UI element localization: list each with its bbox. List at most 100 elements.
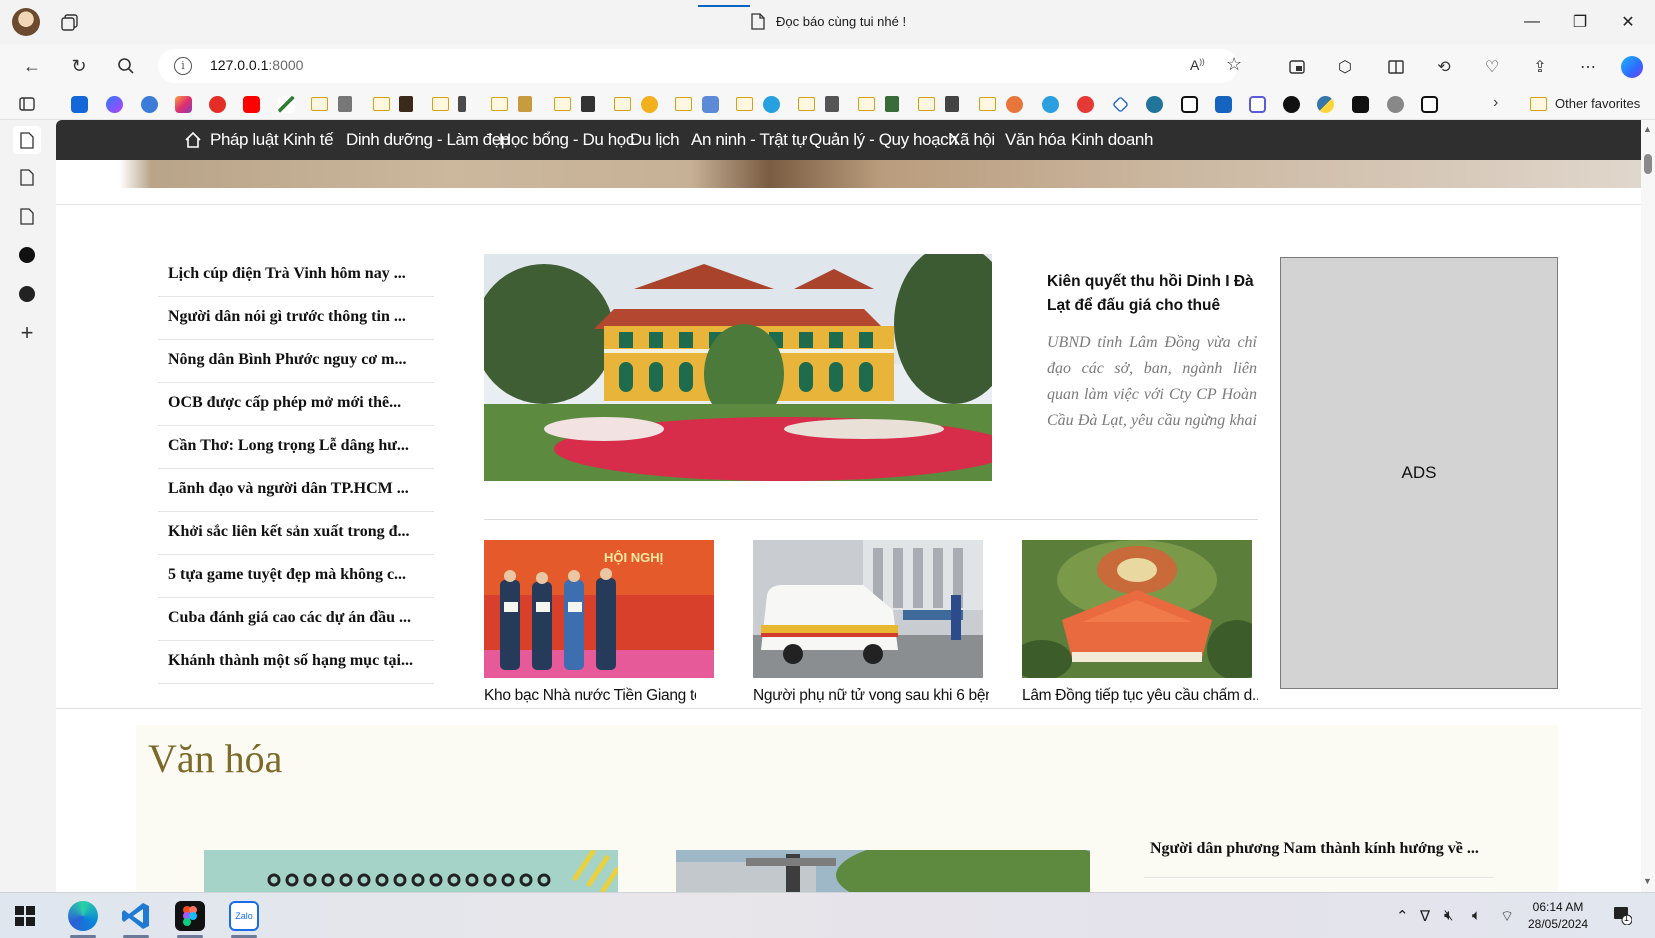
notification-center-icon[interactable]: 1 <box>1612 905 1633 926</box>
nav-phap-luat[interactable]: Pháp luật <box>210 130 279 150</box>
fav-bookmark-3-icon[interactable] <box>141 96 158 113</box>
fav-folder-icon[interactable] <box>858 97 875 111</box>
home-icon[interactable] <box>184 131 202 149</box>
fav-folder-icon[interactable] <box>798 97 815 111</box>
tray-volume-muted-icon[interactable]: 🔇︎ <box>1444 907 1453 924</box>
other-favorites-link[interactable]: Other favorites <box>1555 96 1640 111</box>
fav-note-icon[interactable] <box>518 96 532 112</box>
list-item[interactable]: Khánh thành một số hạng mục tại... <box>158 642 434 684</box>
list-item[interactable]: Lãnh đạo và người dân TP.HCM ... <box>158 470 434 512</box>
fav-bookmark-gear-icon[interactable] <box>1387 96 1404 113</box>
fav-telegram-icon[interactable] <box>1042 96 1059 113</box>
scroll-down-arrow-icon[interactable]: ▼ <box>1643 876 1652 886</box>
fav-check-icon[interactable] <box>1077 96 1094 113</box>
search-icon[interactable] <box>114 54 138 78</box>
fav-book-icon[interactable] <box>885 96 899 112</box>
favorite-star-icon[interactable]: ☆ <box>1226 54 1242 75</box>
refresh-icon[interactable]: ↻ <box>67 54 91 78</box>
tray-speaker-muted-icon[interactable]: 🔈︎ <box>1472 907 1481 924</box>
featured-article-image[interactable] <box>484 254 992 481</box>
fav-calc-icon[interactable] <box>702 96 719 113</box>
list-item[interactable]: 5 tựa game tuyệt đẹp mà không c... <box>158 556 434 598</box>
list-item[interactable]: Khởi sắc liên kết sản xuất trong đ... <box>158 513 434 555</box>
fav-laptop-icon[interactable] <box>581 96 595 112</box>
article-thumb-image[interactable] <box>1022 540 1252 678</box>
edge-browser-icon[interactable] <box>68 901 98 931</box>
fav-folder-icon[interactable] <box>311 97 328 111</box>
fav-folder-icon[interactable] <box>675 97 692 111</box>
list-item[interactable]: Lịch cúp điện Trà Vinh hôm nay ... <box>158 255 434 297</box>
read-aloud-icon[interactable]: A)) <box>1190 57 1205 73</box>
nav-dinh-duong[interactable]: Dinh dưỡng - Làm đẹp <box>346 130 510 150</box>
new-tab-plus-icon[interactable]: + <box>16 320 38 345</box>
tab-document-icon[interactable] <box>16 205 38 227</box>
tab-medium-icon[interactable] <box>16 244 38 266</box>
fav-hourglass-icon[interactable] <box>399 96 413 112</box>
ads-placeholder[interactable]: ADS <box>1280 257 1558 689</box>
close-button[interactable]: ✕ <box>1616 10 1640 34</box>
scroll-up-arrow-icon[interactable]: ▲ <box>1643 124 1652 134</box>
fav-cart-icon[interactable] <box>825 96 839 112</box>
fav-globe-icon[interactable] <box>763 96 780 113</box>
tab-tray-icon[interactable] <box>16 93 38 115</box>
nav-van-hoa[interactable]: Văn hóa <box>1005 130 1066 150</box>
fav-wordpress-icon[interactable] <box>1146 96 1163 113</box>
profile-avatar[interactable] <box>12 8 40 36</box>
history-icon[interactable]: ⟲ <box>1433 56 1455 78</box>
tab-actions-icon[interactable] <box>60 12 80 32</box>
article-thumb-caption[interactable]: Người phụ nữ tử vong sau khi 6 bện... <box>753 687 989 705</box>
vscode-icon[interactable] <box>121 901 151 931</box>
fav-instagram-icon[interactable] <box>175 96 192 113</box>
sidebar-split-icon[interactable] <box>1385 56 1407 78</box>
list-item[interactable]: Người dân nói gì trước thông tin ... <box>158 298 434 340</box>
tab-title[interactable]: Đọc báo cùng tui nhé ! <box>776 14 906 29</box>
fav-folder-icon[interactable] <box>979 97 996 111</box>
site-info-icon[interactable]: i <box>174 57 192 75</box>
tab-document-icon[interactable] <box>16 166 38 188</box>
fav-folder-icon[interactable] <box>736 97 753 111</box>
fav-notion-icon[interactable] <box>1181 96 1198 113</box>
other-favorites-folder-icon[interactable] <box>1530 97 1547 111</box>
fav-face-icon[interactable] <box>1006 96 1023 113</box>
scrollbar-thumb[interactable] <box>1644 154 1652 174</box>
fav-analytics-icon[interactable] <box>278 96 295 113</box>
fav-pencil-icon[interactable] <box>458 96 466 112</box>
nav-xa-hoi[interactable]: Xã hội <box>949 130 995 150</box>
article-thumb-image[interactable]: HỘI NGHỊ <box>484 540 714 678</box>
fav-folder-icon[interactable] <box>918 97 935 111</box>
fav-python-icon[interactable] <box>1317 96 1334 113</box>
fav-bookmark-5-icon[interactable] <box>209 96 226 113</box>
tab-document-icon[interactable] <box>13 126 41 154</box>
nav-an-ninh[interactable]: An ninh - Trật tự <box>691 130 807 150</box>
minimize-button[interactable]: — <box>1520 10 1544 34</box>
fav-youtube-icon[interactable] <box>243 96 260 113</box>
fav-u-icon[interactable] <box>1249 96 1266 113</box>
fav-folder-icon[interactable] <box>373 97 390 111</box>
copilot-icon[interactable] <box>1621 56 1643 78</box>
start-windows-icon[interactable] <box>14 905 36 927</box>
nav-du-lich[interactable]: Du lịch <box>630 130 680 150</box>
fav-folder-icon[interactable] <box>554 97 571 111</box>
nav-kinh-doanh[interactable]: Kinh doanh <box>1071 130 1153 150</box>
more-menu-icon[interactable]: ⋯ <box>1577 56 1599 78</box>
tray-chevron-up-icon[interactable]: ⌃ <box>1396 907 1409 925</box>
extensions-icon[interactable]: ⬡ <box>1334 56 1356 78</box>
fav-folder-icon[interactable] <box>614 97 631 111</box>
fav-trello-icon[interactable] <box>1215 96 1232 113</box>
fav-emoji-icon[interactable] <box>641 96 658 113</box>
figma-icon[interactable] <box>175 901 205 931</box>
fav-bookmark-1-icon[interactable] <box>71 96 88 113</box>
article-thumb-caption[interactable]: Kho bạc Nhà nước Tiền Giang tổng ... <box>460 687 696 705</box>
van-hoa-article-image[interactable] <box>676 850 1090 892</box>
nav-hoc-bong[interactable]: Học bổng - Du học <box>499 130 634 150</box>
page-scrollbar[interactable]: ▲ ▼ <box>1641 120 1655 892</box>
share-icon[interactable]: ⇪ <box>1529 56 1551 78</box>
article-thumb-image[interactable] <box>753 540 983 678</box>
list-item[interactable]: Nông dân Bình Phước nguy cơ m... <box>158 341 434 383</box>
browser-essentials-icon[interactable]: ♡ <box>1481 56 1503 78</box>
van-hoa-article-image[interactable] <box>204 850 618 892</box>
fav-diamond-icon[interactable] <box>1112 96 1129 113</box>
fav-n-icon[interactable] <box>1421 96 1438 113</box>
article-thumb-caption[interactable]: Lâm Đồng tiếp tục yêu cầu chấm d... <box>1022 687 1258 705</box>
list-item[interactable]: Cần Thơ: Long trọng Lễ dâng hư... <box>158 427 434 469</box>
